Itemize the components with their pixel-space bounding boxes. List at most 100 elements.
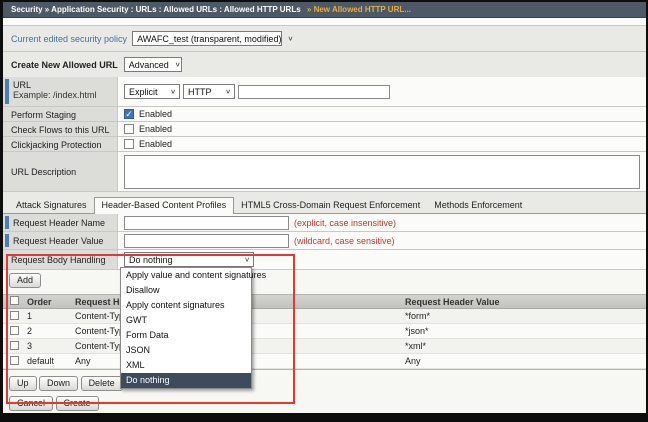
form-action-row: Cancel Create bbox=[3, 393, 646, 413]
page-title: Create New Allowed URL bbox=[11, 59, 118, 70]
breadcrumb-path[interactable]: Security » Application Security : URLs :… bbox=[11, 5, 301, 14]
up-button[interactable]: Up bbox=[9, 376, 37, 391]
request-header-name-input[interactable] bbox=[124, 215, 289, 230]
request-header-value-value: (wildcard, case sensitive) bbox=[118, 232, 646, 249]
dropdown-option[interactable]: Form Data bbox=[121, 328, 251, 343]
tab-html5-cross-domain[interactable]: HTML5 Cross-Domain Request Enforcement bbox=[234, 198, 427, 213]
view-mode-value: Advanced bbox=[128, 59, 169, 70]
chevron-down-icon: ∨ bbox=[174, 60, 181, 69]
policy-band: Current edited security policy AWAFC_tes… bbox=[3, 25, 646, 52]
tab-methods-enforcement[interactable]: Methods Enforcement bbox=[427, 198, 529, 213]
policy-select-value: AWAFC_test (transparent, modified) bbox=[137, 33, 282, 44]
description-row: URL Description bbox=[3, 152, 646, 192]
dropdown-option[interactable]: Apply content signatures bbox=[121, 298, 251, 313]
url-input[interactable] bbox=[238, 84, 390, 99]
tab-panel: Request Header Name (explicit, case inse… bbox=[3, 213, 646, 413]
row-order: 1 bbox=[27, 311, 33, 321]
row-header-value: *xml* bbox=[405, 341, 427, 351]
check-flows-checkbox[interactable] bbox=[124, 124, 134, 134]
row-header-value: *form* bbox=[405, 311, 431, 321]
breadcrumb: Security » Application Security : URLs :… bbox=[3, 2, 646, 18]
row-checkbox[interactable] bbox=[10, 310, 19, 320]
delete-button[interactable]: Delete bbox=[80, 376, 123, 391]
perform-staging-checkbox-label: Enabled bbox=[139, 109, 173, 119]
dropdown-option-selected[interactable]: Do nothing bbox=[121, 373, 251, 388]
request-header-name-row: Request Header Name (explicit, case inse… bbox=[3, 214, 646, 232]
url-match-value: Explicit bbox=[129, 86, 158, 97]
check-flows-value: Enabled bbox=[118, 122, 646, 136]
row-header-value: Any bbox=[405, 356, 421, 366]
policy-select[interactable]: AWAFC_test (transparent, modified) ∨ bbox=[132, 31, 293, 46]
reorder-button-row: Up Down Delete bbox=[3, 370, 646, 393]
cancel-button[interactable]: Cancel bbox=[9, 396, 54, 411]
clickjacking-value: Enabled bbox=[118, 137, 646, 151]
request-header-value-input[interactable] bbox=[124, 233, 289, 248]
table-header-row: Order Request Header Name Request Header… bbox=[3, 294, 646, 309]
request-header-value-label: Request Header Value bbox=[3, 232, 118, 249]
dropdown-option[interactable]: JSON bbox=[121, 343, 251, 358]
column-request-header-value: Request Header Value bbox=[405, 296, 500, 307]
table-row: 2 Content-Type *json* bbox=[3, 324, 646, 339]
add-button[interactable]: Add bbox=[9, 273, 42, 288]
dropdown-option[interactable]: Apply value and content signatures bbox=[121, 268, 266, 283]
description-value bbox=[118, 152, 646, 191]
policy-label: Current edited security policy bbox=[11, 33, 128, 44]
tab-header-based-content-profiles[interactable]: Header-Based Content Profiles bbox=[93, 197, 235, 214]
perform-staging-row: Perform Staging ✓ Enabled bbox=[3, 107, 646, 122]
chevron-down-icon: ∨ bbox=[287, 34, 294, 43]
url-example: Example: /index.html bbox=[13, 90, 97, 100]
check-flows-checkbox-label: Enabled bbox=[139, 124, 173, 134]
request-body-handling-dropdown-list: Apply value and content signatures Disal… bbox=[120, 267, 266, 389]
request-body-handling-select[interactable]: Do nothing ∨ bbox=[124, 252, 254, 267]
request-header-name-value: (explicit, case insensitive) bbox=[118, 214, 646, 231]
clickjacking-checkbox-label: Enabled bbox=[139, 139, 173, 149]
request-header-value-hint: (wildcard, case sensitive) bbox=[294, 235, 395, 246]
view-mode-select[interactable]: Advanced ∨ bbox=[123, 57, 182, 72]
profile-form: Request Header Name (explicit, case inse… bbox=[3, 214, 646, 270]
tab-attack-signatures[interactable]: Attack Signatures bbox=[9, 198, 94, 213]
url-row: URL Example: /index.html Explicit ∨ HTTP… bbox=[3, 77, 646, 107]
check-flows-label: Check Flows to this URL bbox=[3, 122, 118, 136]
url-description-textarea[interactable] bbox=[124, 154, 640, 189]
url-scheme-select[interactable]: HTTP ∨ bbox=[183, 84, 235, 99]
request-header-value-row: Request Header Value (wildcard, case sen… bbox=[3, 232, 646, 250]
create-button[interactable]: Create bbox=[55, 396, 99, 411]
select-all-checkbox[interactable] bbox=[10, 296, 19, 305]
row-header-value: *json* bbox=[405, 326, 429, 336]
breadcrumb-current: » New Allowed HTTP URL... bbox=[306, 5, 411, 14]
url-label-cell: URL Example: /index.html bbox=[3, 77, 118, 106]
tab-bar: Attack Signatures Header-Based Content P… bbox=[3, 196, 646, 214]
down-button[interactable]: Down bbox=[39, 376, 79, 391]
row-checkbox[interactable] bbox=[10, 355, 19, 365]
check-flows-row: Check Flows to this URL Enabled bbox=[3, 122, 646, 137]
page-header: Create New Allowed URL Advanced ∨ bbox=[3, 52, 646, 77]
spacer bbox=[3, 18, 646, 25]
row-checkbox[interactable] bbox=[10, 325, 19, 335]
table-row: 3 Content-Type *xml* bbox=[3, 339, 646, 354]
dropdown-option[interactable]: Disallow bbox=[121, 283, 251, 298]
row-order: 3 bbox=[27, 341, 33, 351]
perform-staging-checkbox[interactable]: ✓ bbox=[124, 109, 134, 119]
header-profiles-table: Order Request Header Name Request Header… bbox=[3, 294, 646, 370]
dropdown-option[interactable]: GWT bbox=[121, 313, 251, 328]
clickjacking-label: Clickjacking Protection bbox=[3, 137, 118, 151]
add-button-row: Add bbox=[3, 270, 646, 290]
description-label: URL Description bbox=[3, 152, 118, 191]
request-body-handling-row: Request Body Handling Do nothing ∨ bbox=[3, 250, 646, 270]
row-checkbox[interactable] bbox=[10, 340, 19, 350]
chevron-down-icon: ∨ bbox=[244, 255, 250, 264]
perform-staging-value: ✓ Enabled bbox=[118, 107, 646, 121]
url-value-cell: Explicit ∨ HTTP ∨ bbox=[118, 77, 646, 106]
perform-staging-label: Perform Staging bbox=[3, 107, 118, 121]
column-order: Order bbox=[27, 296, 52, 307]
request-body-handling-select-value: Do nothing bbox=[129, 254, 173, 265]
url-match-select[interactable]: Explicit ∨ bbox=[124, 84, 180, 99]
chevron-down-icon: ∨ bbox=[225, 87, 231, 96]
dropdown-option[interactable]: XML bbox=[121, 358, 251, 373]
table-row: 1 Content-Type *form* bbox=[3, 309, 646, 324]
url-form: URL Example: /index.html Explicit ∨ HTTP… bbox=[3, 77, 646, 192]
row-order: 2 bbox=[27, 326, 33, 336]
table-row: default Any Any bbox=[3, 354, 646, 369]
request-header-name-hint: (explicit, case insensitive) bbox=[294, 217, 397, 228]
clickjacking-checkbox[interactable] bbox=[124, 139, 134, 149]
